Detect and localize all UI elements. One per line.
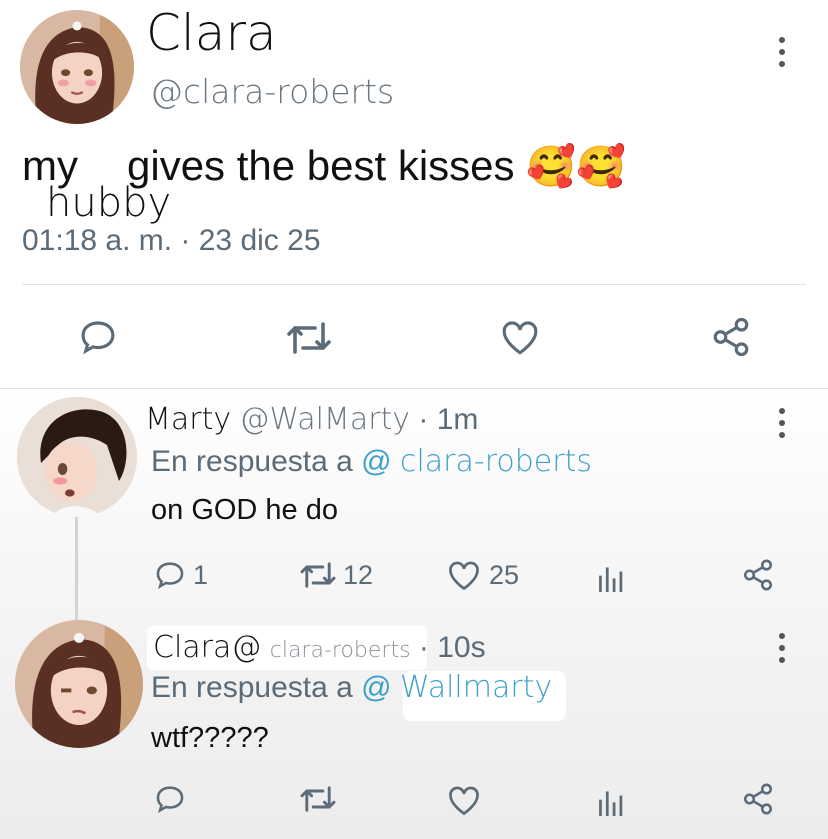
analytics-icon[interactable] [596, 786, 624, 816]
reply2-handle-at[interactable]: @ [231, 630, 261, 665]
reply2-replying-to: En respuesta a @ Wallmarty [151, 670, 552, 705]
avatar-clara[interactable] [20, 10, 134, 124]
reply2-header: Clara@ clara-roberts · 10s [153, 630, 486, 665]
more-vertical-icon[interactable] [778, 37, 786, 67]
reply1-text: on GOD he do [151, 494, 338, 526]
like-icon[interactable] [446, 783, 482, 817]
avatar-image [20, 10, 134, 124]
avatar-image [17, 397, 137, 517]
reply1-time: · 1m [418, 403, 479, 436]
retweet-icon[interactable] [298, 783, 338, 815]
display-name[interactable]: Clara [146, 4, 277, 62]
like-icon[interactable] [499, 317, 541, 357]
divider [22, 284, 806, 285]
share-icon[interactable] [741, 782, 775, 816]
timestamp: 01:18 a. m. · 23 dic 25 [22, 224, 321, 257]
reply2-replying-at[interactable]: @ [361, 671, 391, 704]
share-icon[interactable] [741, 558, 775, 592]
more-vertical-icon[interactable] [778, 633, 786, 663]
avatar-clara[interactable] [15, 620, 143, 748]
like-icon[interactable] [446, 558, 482, 592]
reply1-replying-to: En respuesta a @ clara-roberts [151, 444, 592, 479]
reply-icon[interactable] [153, 782, 187, 816]
reply1-reply-count: 1 [193, 560, 209, 590]
handle[interactable]: @clara-roberts [150, 72, 394, 111]
reply1-display-name[interactable]: Marty [145, 402, 231, 437]
retweet-icon[interactable] [285, 318, 333, 358]
retweet-icon[interactable] [298, 559, 338, 591]
reply1-like-count: 25 [489, 560, 520, 590]
thread-line [75, 515, 78, 623]
reply-icon[interactable] [153, 558, 187, 592]
reply1-header: Marty @WalMarty · 1m [145, 402, 478, 437]
tweet-text-after: gives the best kisses [127, 142, 515, 189]
reply1-replying-handle[interactable]: clara-roberts [400, 444, 592, 479]
reply2-handle[interactable]: clara-roberts [270, 638, 411, 663]
reply-icon[interactable] [77, 316, 119, 358]
reply2-text: wtf????? [151, 722, 269, 754]
reply2-replying-prefix: En respuesta a [151, 671, 353, 704]
reply2-replying-handle[interactable]: Wallmarty [400, 670, 552, 705]
reply2-time: · 10s [418, 631, 486, 664]
reply1-replying-prefix: En respuesta a [151, 445, 353, 478]
avatar-image [15, 620, 143, 748]
analytics-icon[interactable] [596, 562, 624, 592]
reply1-handle[interactable]: @WalMarty [239, 402, 410, 437]
reply1-replying-at[interactable]: @ [361, 445, 391, 478]
reply1-retweet-count: 12 [343, 560, 374, 590]
reply2-display-name[interactable]: Clara [153, 630, 231, 665]
avatar-marty[interactable] [17, 397, 137, 517]
more-vertical-icon[interactable] [778, 408, 786, 438]
emoji: 🥰🥰 [526, 145, 626, 189]
handwritten-word: hubby [46, 180, 172, 226]
share-icon[interactable] [709, 316, 753, 358]
